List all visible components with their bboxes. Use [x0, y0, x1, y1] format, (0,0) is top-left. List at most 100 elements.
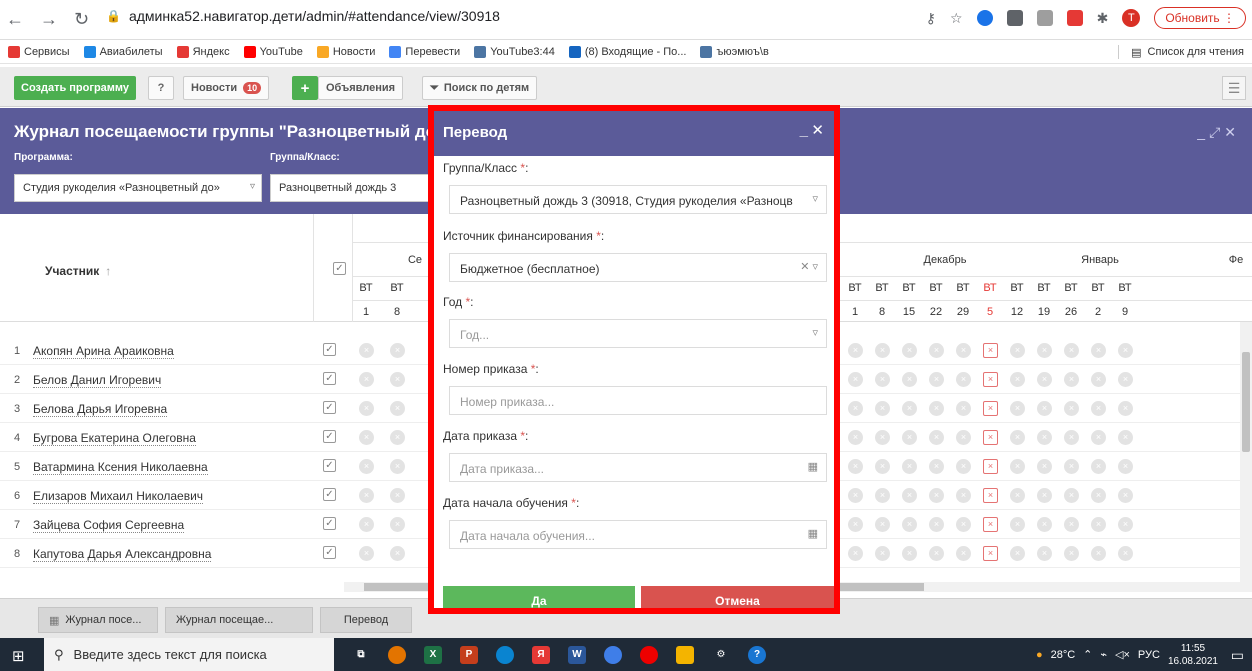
- attendance-cell[interactable]: ×: [1118, 401, 1133, 416]
- vertical-scrollbar[interactable]: [1240, 322, 1252, 592]
- participant-name-link[interactable]: Ватармина Ксения Николаевна: [33, 460, 208, 475]
- form-field[interactable]: Бюджетное (бесплатное) ✕ ▿: [449, 253, 827, 282]
- help-app-icon[interactable]: ?: [748, 646, 766, 664]
- clock[interactable]: 11:55 16.08.2021: [1168, 642, 1218, 668]
- attendance-cell[interactable]: ×: [929, 488, 944, 503]
- attendance-cell[interactable]: ×: [848, 517, 863, 532]
- attendance-cell[interactable]: ×: [1010, 459, 1025, 474]
- attendance-cell[interactable]: ×: [848, 488, 863, 503]
- puzzle-icon[interactable]: ✱: [1097, 10, 1109, 27]
- attendance-cell[interactable]: ×: [848, 430, 863, 445]
- row-checkbox[interactable]: ✓: [323, 430, 336, 443]
- attendance-cell[interactable]: ×: [1064, 459, 1079, 474]
- attendance-cell[interactable]: ×: [902, 343, 917, 358]
- row-checkbox[interactable]: ✓: [323, 488, 336, 501]
- attendance-cell[interactable]: ×: [956, 546, 971, 561]
- attendance-cell[interactable]: ×: [1091, 343, 1106, 358]
- chevron-down-icon[interactable]: ✕ ▿: [800, 260, 818, 273]
- bookmark-item[interactable]: Авиабилеты: [83, 45, 163, 58]
- attendance-cell[interactable]: ×: [1037, 372, 1052, 387]
- participant-name-link[interactable]: Бугрова Екатерина Олеговна: [33, 431, 196, 446]
- create-program-button[interactable]: Создать программу: [14, 76, 137, 100]
- forward-icon[interactable]: →: [40, 9, 58, 30]
- form-field[interactable]: Разноцветный дождь 3 (30918, Студия руко…: [449, 185, 827, 214]
- attendance-cell[interactable]: ×: [1091, 372, 1106, 387]
- attendance-cell[interactable]: ×: [902, 546, 917, 561]
- group-select[interactable]: Разноцветный дождь 3: [270, 174, 430, 202]
- program-select[interactable]: Студия рукоделия «Разноцветный до» ▿: [14, 174, 262, 202]
- attendance-cell[interactable]: ×: [1118, 372, 1133, 387]
- app-icon[interactable]: [604, 646, 622, 664]
- attendance-cell[interactable]: ×: [1010, 401, 1025, 416]
- attendance-cell[interactable]: ×: [902, 517, 917, 532]
- attendance-cell[interactable]: ×: [848, 401, 863, 416]
- attendance-cell[interactable]: ×: [929, 401, 944, 416]
- attendance-cell[interactable]: ×: [1010, 430, 1025, 445]
- bookmark-item[interactable]: Новости: [316, 45, 375, 58]
- attendance-cell[interactable]: ×: [848, 546, 863, 561]
- extension-icon[interactable]: [976, 10, 993, 26]
- attendance-cell[interactable]: ×: [390, 372, 405, 387]
- attendance-cell[interactable]: ×: [1118, 459, 1133, 474]
- attendance-cell[interactable]: ×: [929, 372, 944, 387]
- search-kids-button[interactable]: ⏷ Поиск по детям: [422, 76, 538, 100]
- attendance-cell[interactable]: ×: [1118, 546, 1133, 561]
- attendance-cell[interactable]: ×: [359, 488, 374, 503]
- attendance-cell[interactable]: ×: [1091, 401, 1106, 416]
- attendance-cell[interactable]: ×: [983, 517, 998, 532]
- attendance-cell[interactable]: ×: [956, 517, 971, 532]
- attendance-cell[interactable]: ×: [1118, 488, 1133, 503]
- bookmark-item[interactable]: (8) Входящие - По...: [568, 45, 686, 58]
- extension-icon[interactable]: [1006, 10, 1023, 26]
- attendance-cell[interactable]: ×: [1037, 343, 1052, 358]
- attendance-cell[interactable]: ×: [1010, 546, 1025, 561]
- powerpoint-icon[interactable]: P: [460, 646, 478, 664]
- chrome-icon[interactable]: [388, 646, 406, 664]
- attendance-cell[interactable]: ×: [359, 546, 374, 561]
- edge-icon[interactable]: [496, 646, 514, 664]
- attendance-cell[interactable]: ×: [390, 488, 405, 503]
- row-checkbox[interactable]: ✓: [323, 372, 336, 385]
- calendar-icon[interactable]: ▦: [808, 527, 818, 540]
- participant-name-link[interactable]: Акопян Арина Араиковна: [33, 344, 174, 359]
- attendance-cell[interactable]: ×: [848, 459, 863, 474]
- attendance-cell[interactable]: ×: [1037, 546, 1052, 561]
- participant-name-link[interactable]: Зайцева София Сергеевна: [33, 518, 185, 533]
- row-checkbox[interactable]: ✓: [323, 517, 336, 530]
- window-tab[interactable]: ▦ Журнал посе...: [38, 607, 158, 633]
- form-field[interactable]: Номер приказа...: [449, 386, 827, 415]
- attendance-cell[interactable]: ×: [1064, 343, 1079, 358]
- attendance-cell[interactable]: ×: [875, 459, 890, 474]
- row-checkbox[interactable]: ✓: [323, 546, 336, 559]
- attendance-cell[interactable]: ×: [956, 430, 971, 445]
- attendance-cell[interactable]: ×: [983, 459, 998, 474]
- select-all-checkbox[interactable]: ✓: [333, 262, 346, 275]
- yandex-icon[interactable]: Я: [532, 646, 550, 664]
- attendance-cell[interactable]: ×: [1091, 430, 1106, 445]
- attendance-cell[interactable]: ×: [902, 430, 917, 445]
- attendance-cell[interactable]: ×: [875, 372, 890, 387]
- attendance-cell[interactable]: ×: [1064, 372, 1079, 387]
- attendance-cell[interactable]: ×: [848, 372, 863, 387]
- attendance-cell[interactable]: ×: [1118, 430, 1133, 445]
- attendance-cell[interactable]: ×: [1091, 459, 1106, 474]
- attendance-cell[interactable]: ×: [1091, 546, 1106, 561]
- chevron-up-icon[interactable]: ⌃: [1083, 648, 1092, 661]
- attendance-cell[interactable]: ×: [390, 459, 405, 474]
- attendance-cell[interactable]: ×: [902, 459, 917, 474]
- attendance-cell[interactable]: ×: [983, 488, 998, 503]
- attendance-cell[interactable]: ×: [1037, 430, 1052, 445]
- attendance-cell[interactable]: ×: [848, 343, 863, 358]
- form-field[interactable]: Год... ▿: [449, 319, 827, 348]
- bookmark-item[interactable]: ъюэмюъ\в: [700, 45, 769, 58]
- participant-name-link[interactable]: Белова Дарья Игоревна: [33, 402, 168, 417]
- bookmark-item[interactable]: YouTube: [243, 45, 303, 58]
- help-button[interactable]: ?: [148, 76, 174, 100]
- attendance-cell[interactable]: ×: [956, 459, 971, 474]
- avatar[interactable]: T: [1122, 9, 1141, 27]
- attendance-cell[interactable]: ×: [983, 401, 998, 416]
- attendance-cell[interactable]: ×: [359, 517, 374, 532]
- bookmark-item[interactable]: Перевести: [389, 45, 460, 58]
- update-button[interactable]: Обновить ⋮: [1154, 7, 1246, 29]
- bookmark-item[interactable]: Яндекс: [176, 45, 230, 58]
